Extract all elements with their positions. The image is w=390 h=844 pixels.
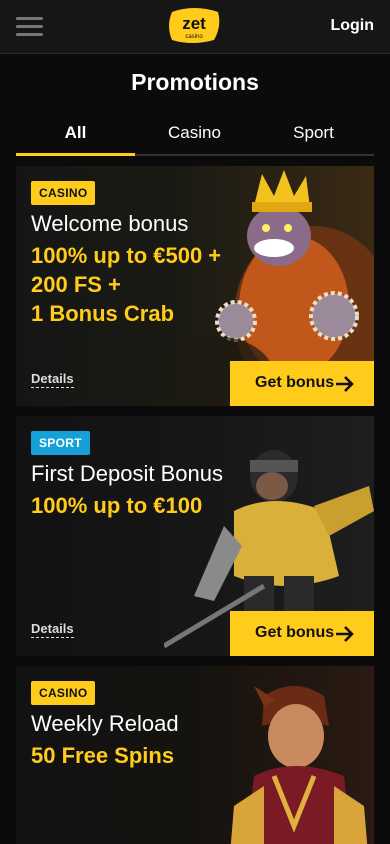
promo-offer: 100% up to €500 + 200 FS + 1 Bonus Crab bbox=[31, 241, 221, 328]
logo-text: zet bbox=[182, 14, 206, 33]
arrow-right-icon bbox=[336, 626, 354, 642]
promo-title: First Deposit Bonus bbox=[31, 461, 223, 486]
login-button[interactable]: Login bbox=[330, 17, 374, 35]
get-bonus-button[interactable]: Get bonus bbox=[230, 361, 374, 406]
category-badge-casino: CASINO bbox=[31, 681, 96, 705]
page-title: Promotions bbox=[131, 69, 259, 95]
category-badge-sport: SPORT bbox=[31, 431, 90, 455]
details-link[interactable]: Details bbox=[31, 371, 74, 388]
promo-card-welcome-bonus: CASINO Welcome bonus 100% up to €500 + 2… bbox=[16, 166, 374, 406]
promo-card-first-deposit: SPORT First Deposit Bonus 100% up to €10… bbox=[16, 416, 374, 656]
tab-all[interactable]: All bbox=[16, 116, 135, 154]
get-bonus-label: Get bonus bbox=[255, 624, 335, 641]
hamburger-menu-icon[interactable] bbox=[16, 17, 43, 37]
zet-casino-logo[interactable]: zet casino bbox=[166, 6, 222, 46]
offer-line: 100% up to €100 bbox=[31, 493, 203, 518]
offer-line: 200 FS + bbox=[31, 272, 121, 297]
get-bonus-label: Get bonus bbox=[255, 374, 335, 391]
logo-subtext: casino bbox=[185, 34, 203, 40]
promo-title: Weekly Reload bbox=[31, 711, 179, 736]
offer-line: 100% up to €500 + bbox=[31, 243, 222, 268]
tab-sport[interactable]: Sport bbox=[254, 116, 373, 154]
elf-character-illustration bbox=[230, 686, 368, 844]
details-link[interactable]: Details bbox=[31, 621, 74, 638]
tab-casino[interactable]: Casino bbox=[135, 116, 254, 154]
promo-title: Welcome bonus bbox=[31, 211, 189, 236]
promo-card-weekly-reload: CASINO Weekly Reload 50 Free Spins bbox=[16, 666, 374, 844]
promo-tabs: All Casino Sport bbox=[16, 116, 374, 156]
category-badge-casino: CASINO bbox=[31, 181, 96, 205]
arrow-right-icon bbox=[336, 376, 354, 392]
promo-offer: 100% up to €100 bbox=[31, 491, 202, 520]
top-bar: zet casino Login bbox=[0, 0, 390, 54]
active-tab-indicator bbox=[16, 153, 135, 156]
get-bonus-button[interactable]: Get bonus bbox=[230, 611, 374, 656]
offer-line: 50 Free Spins bbox=[31, 743, 175, 768]
offer-line: 1 Bonus Crab bbox=[31, 301, 175, 326]
promo-offer: 50 Free Spins bbox=[31, 741, 174, 770]
